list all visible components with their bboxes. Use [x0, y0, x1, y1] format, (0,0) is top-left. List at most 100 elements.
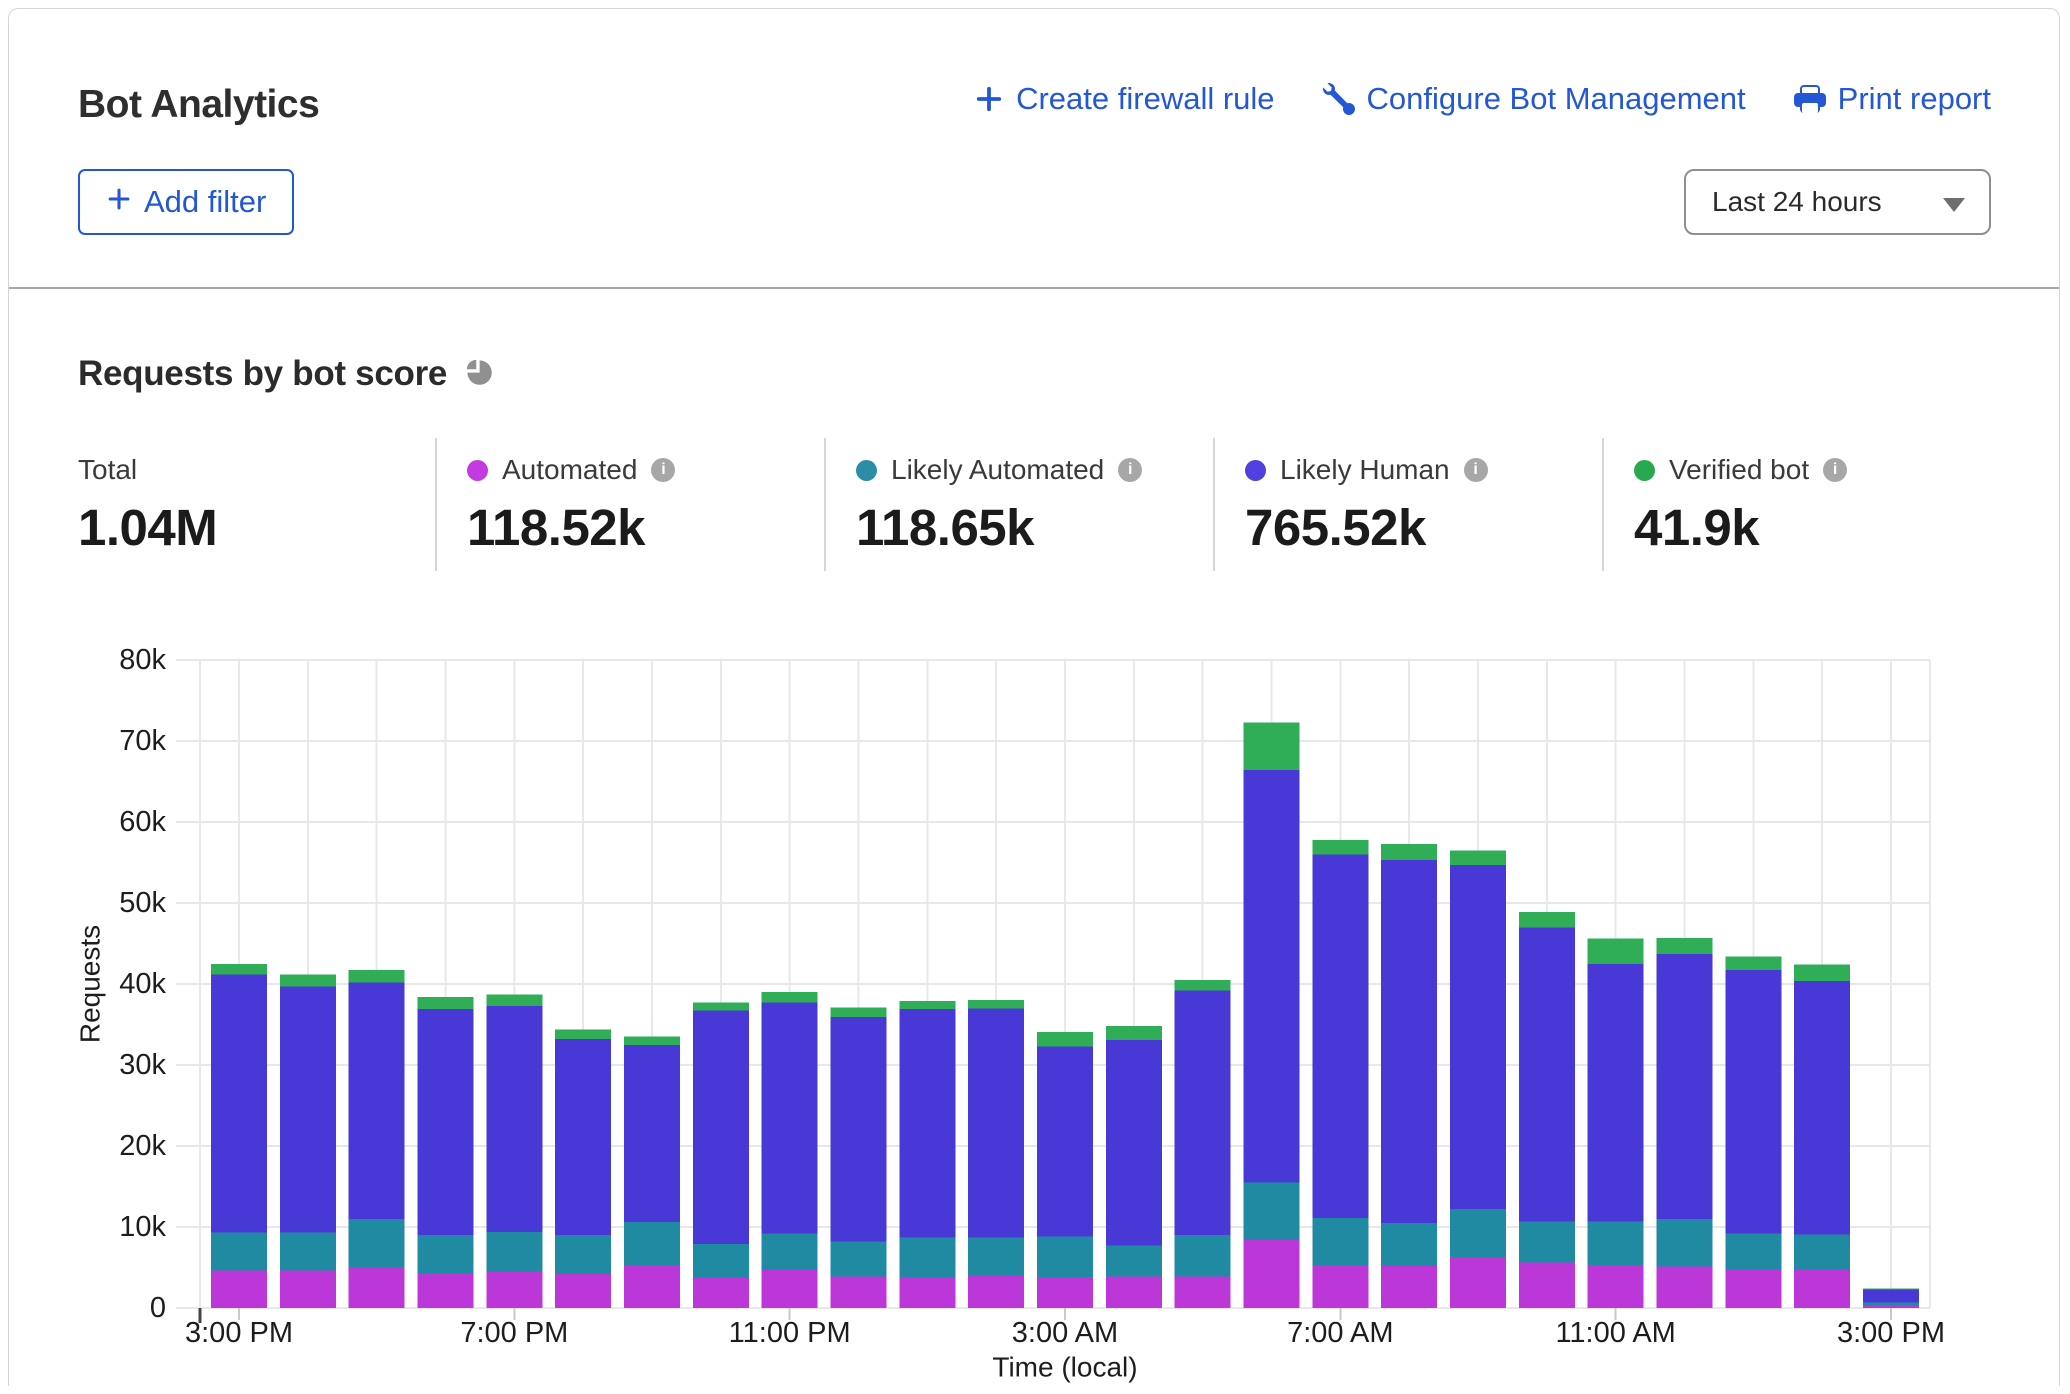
bar-segment-automated[interactable]: [1381, 1266, 1437, 1308]
bar-segment-automated[interactable]: [417, 1273, 473, 1308]
bar-segment-likely-human[interactable]: [417, 1009, 473, 1235]
bar-segment-automated[interactable]: [1175, 1276, 1231, 1308]
bar-segment-likely-automated[interactable]: [1450, 1209, 1506, 1257]
bar-segment-likely-automated[interactable]: [1243, 1182, 1299, 1240]
bar-segment-automated[interactable]: [1863, 1306, 1919, 1308]
bar-segment-likely-automated[interactable]: [624, 1222, 680, 1265]
configure-bot-management-link[interactable]: Configure Bot Management: [1323, 81, 1746, 117]
bar-segment-likely-automated[interactable]: [693, 1244, 749, 1278]
bar-segment-automated[interactable]: [1794, 1270, 1850, 1308]
bar-segment-likely-human[interactable]: [762, 1003, 818, 1234]
bar-segment-verified-bot[interactable]: [211, 964, 267, 975]
bar-segment-likely-human[interactable]: [1037, 1046, 1093, 1236]
bar-segment-likely-automated[interactable]: [1381, 1223, 1437, 1266]
bar-segment-likely-automated[interactable]: [1725, 1233, 1781, 1269]
bar-segment-verified-bot[interactable]: [762, 992, 818, 1003]
bar-segment-automated[interactable]: [1588, 1265, 1644, 1308]
bar-segment-verified-bot[interactable]: [349, 970, 405, 982]
print-report-link[interactable]: Print report: [1794, 81, 1991, 117]
bar-segment-verified-bot[interactable]: [555, 1029, 611, 1039]
bar-segment-verified-bot[interactable]: [1863, 1289, 1919, 1290]
bar-segment-likely-human[interactable]: [1519, 927, 1575, 1221]
bar-segment-automated[interactable]: [1519, 1263, 1575, 1308]
bar-segment-likely-automated[interactable]: [1312, 1218, 1368, 1265]
bar-segment-automated[interactable]: [624, 1265, 680, 1308]
bar-segment-verified-bot[interactable]: [1725, 956, 1781, 970]
bar-segment-automated[interactable]: [1656, 1267, 1712, 1308]
bar-segment-automated[interactable]: [1243, 1240, 1299, 1308]
bar-segment-verified-bot[interactable]: [1450, 850, 1506, 865]
info-icon[interactable]: i: [1118, 458, 1142, 482]
bar-segment-verified-bot[interactable]: [1312, 840, 1368, 855]
bar-segment-verified-bot[interactable]: [1106, 1026, 1162, 1040]
bar-segment-verified-bot[interactable]: [1243, 722, 1299, 770]
bar-segment-likely-automated[interactable]: [1656, 1219, 1712, 1267]
bar-segment-verified-bot[interactable]: [899, 1001, 955, 1009]
bar-segment-verified-bot[interactable]: [693, 1003, 749, 1011]
bar-segment-likely-human[interactable]: [830, 1017, 886, 1241]
bar-segment-automated[interactable]: [1450, 1257, 1506, 1308]
bar-segment-likely-automated[interactable]: [417, 1235, 473, 1273]
bar-segment-likely-human[interactable]: [486, 1006, 542, 1232]
info-icon[interactable]: i: [1464, 458, 1488, 482]
bar-segment-likely-human[interactable]: [1312, 854, 1368, 1218]
create-firewall-rule-link[interactable]: Create firewall rule: [974, 81, 1274, 117]
bar-segment-automated[interactable]: [280, 1271, 336, 1308]
bar-segment-automated[interactable]: [830, 1276, 886, 1308]
bar-segment-likely-human[interactable]: [1588, 964, 1644, 1222]
bar-segment-likely-human[interactable]: [968, 1008, 1024, 1237]
bar-segment-likely-automated[interactable]: [1863, 1302, 1919, 1305]
bar-segment-automated[interactable]: [211, 1271, 267, 1308]
bar-segment-likely-human[interactable]: [624, 1045, 680, 1222]
bar-segment-automated[interactable]: [1037, 1277, 1093, 1308]
bar-segment-likely-automated[interactable]: [830, 1242, 886, 1277]
bar-segment-verified-bot[interactable]: [1794, 965, 1850, 981]
bar-segment-verified-bot[interactable]: [1588, 939, 1644, 964]
bar-segment-likely-human[interactable]: [1450, 865, 1506, 1209]
bar-segment-likely-automated[interactable]: [486, 1232, 542, 1272]
bar-segment-likely-automated[interactable]: [555, 1235, 611, 1274]
bar-segment-automated[interactable]: [762, 1270, 818, 1308]
bar-segment-automated[interactable]: [968, 1276, 1024, 1308]
bar-segment-verified-bot[interactable]: [417, 997, 473, 1009]
bar-segment-likely-human[interactable]: [1243, 770, 1299, 1182]
bar-segment-likely-automated[interactable]: [762, 1233, 818, 1269]
bar-segment-likely-human[interactable]: [555, 1039, 611, 1235]
bar-segment-verified-bot[interactable]: [1037, 1032, 1093, 1047]
bar-segment-likely-human[interactable]: [1106, 1040, 1162, 1246]
bar-segment-verified-bot[interactable]: [1381, 844, 1437, 860]
bar-segment-likely-automated[interactable]: [211, 1233, 267, 1271]
bar-segment-verified-bot[interactable]: [1519, 912, 1575, 927]
bar-segment-likely-human[interactable]: [1175, 990, 1231, 1235]
bar-segment-likely-human[interactable]: [280, 986, 336, 1232]
bar-segment-likely-automated[interactable]: [1588, 1221, 1644, 1265]
bar-segment-verified-bot[interactable]: [280, 974, 336, 986]
bar-segment-automated[interactable]: [555, 1274, 611, 1308]
add-filter-button[interactable]: Add filter: [78, 169, 294, 235]
bar-segment-likely-automated[interactable]: [1519, 1221, 1575, 1262]
bar-segment-likely-automated[interactable]: [1037, 1237, 1093, 1278]
bar-segment-likely-human[interactable]: [1656, 954, 1712, 1219]
bar-segment-verified-bot[interactable]: [1175, 980, 1231, 991]
bar-segment-likely-automated[interactable]: [349, 1219, 405, 1268]
bar-segment-automated[interactable]: [899, 1278, 955, 1308]
bar-segment-automated[interactable]: [486, 1272, 542, 1308]
bar-segment-likely-human[interactable]: [211, 974, 267, 1232]
bar-segment-verified-bot[interactable]: [1656, 938, 1712, 954]
bar-segment-automated[interactable]: [1725, 1270, 1781, 1308]
bar-segment-likely-human[interactable]: [899, 1009, 955, 1237]
bar-segment-likely-automated[interactable]: [968, 1238, 1024, 1276]
bar-segment-verified-bot[interactable]: [830, 1007, 886, 1017]
info-icon[interactable]: i: [1823, 458, 1847, 482]
bar-segment-likely-human[interactable]: [1794, 981, 1850, 1235]
bar-segment-verified-bot[interactable]: [624, 1037, 680, 1045]
bar-segment-likely-automated[interactable]: [899, 1238, 955, 1279]
bar-segment-likely-human[interactable]: [1863, 1289, 1919, 1302]
bar-segment-likely-automated[interactable]: [280, 1233, 336, 1271]
bar-segment-likely-automated[interactable]: [1794, 1234, 1850, 1270]
time-range-select[interactable]: Last 24 hours: [1684, 169, 1991, 235]
bar-segment-automated[interactable]: [1312, 1265, 1368, 1308]
bar-segment-likely-human[interactable]: [1381, 860, 1437, 1223]
bar-segment-likely-human[interactable]: [349, 982, 405, 1219]
info-icon[interactable]: i: [651, 458, 675, 482]
